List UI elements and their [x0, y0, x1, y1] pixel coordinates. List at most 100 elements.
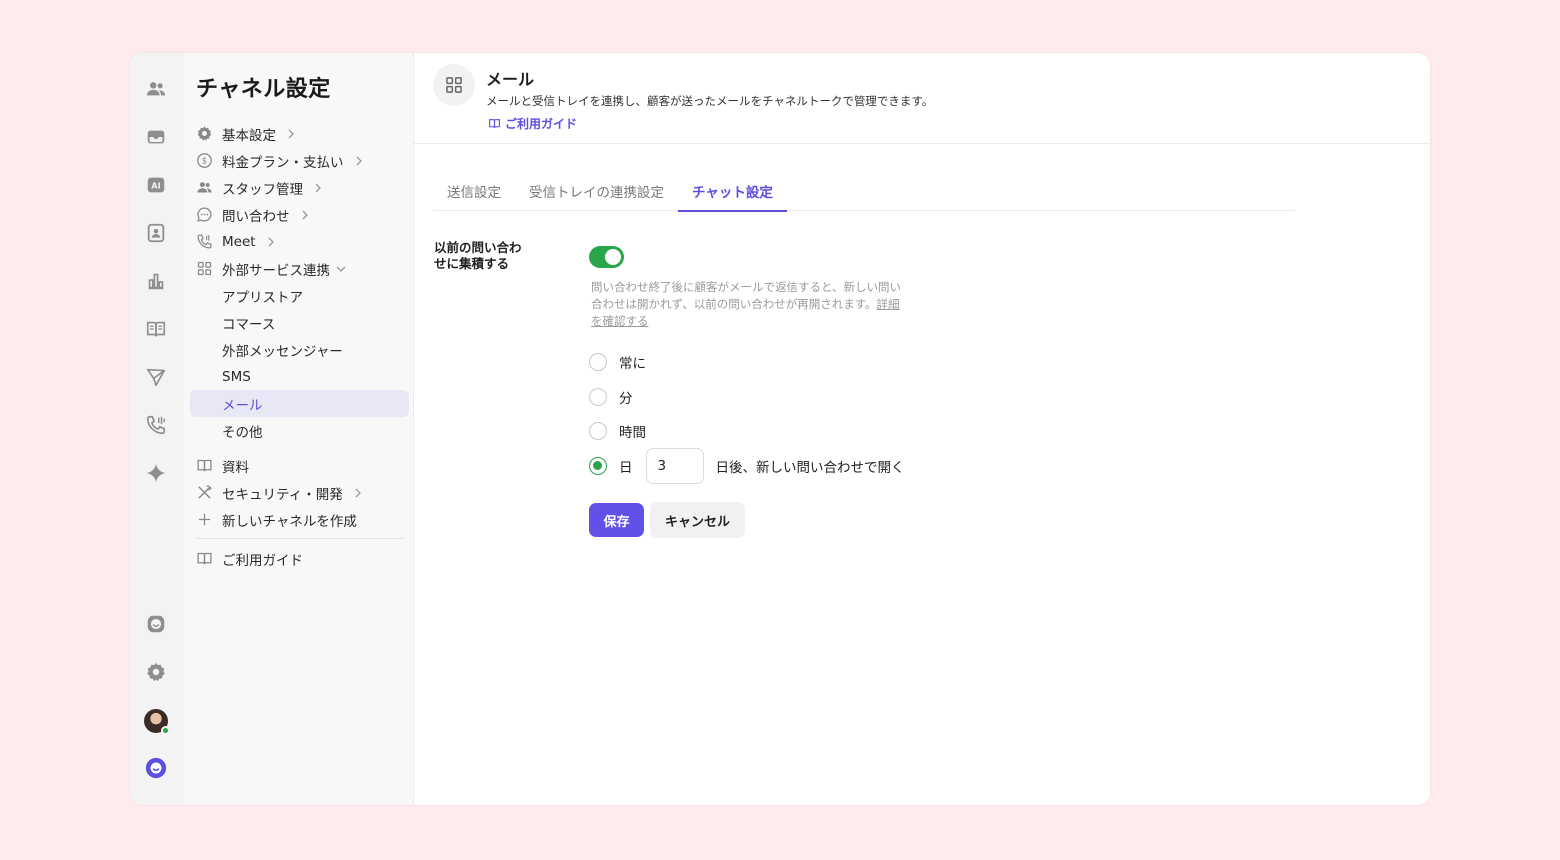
inbox-icon[interactable]: [144, 125, 168, 149]
chevron-down-icon: [336, 264, 346, 274]
app-window: AI チャネル設定 基本設定 $ 料金プラン・支払い スタッフ管理 問い合わせ …: [130, 53, 1430, 805]
sidebar-subitem-other[interactable]: その他: [190, 417, 409, 444]
sidebar-item-label: 基本設定: [222, 127, 276, 144]
setting-help-text: 問い合わせ終了後に顧客がメールで返信すると、新しい問い 合わせは開かれず、以前の…: [591, 279, 936, 330]
details-link[interactable]: 詳細: [877, 297, 900, 311]
sidebar-title: チャネル設定: [196, 77, 331, 102]
nav-gap: [190, 444, 409, 452]
sidebar-item-guide[interactable]: ご利用ガイド: [190, 545, 409, 572]
page-title: メール: [486, 70, 535, 89]
sidebar-item-staff[interactable]: スタッフ管理: [190, 174, 409, 201]
chevron-right-icon: [266, 237, 276, 247]
option-label: 時間: [619, 425, 646, 441]
option-days[interactable]: 日 日後、新しい問い合わせで開く: [589, 448, 905, 484]
toggle-knob: [605, 249, 621, 265]
chat-bubble-icon: [196, 206, 213, 223]
sidebar-item-meet[interactable]: Meet: [190, 228, 409, 255]
app-rail: AI: [130, 53, 184, 805]
sidebar-subitem-email[interactable]: メール: [190, 390, 409, 417]
sidebar-subitem-external-messenger[interactable]: 外部メッセンジャー: [190, 336, 409, 363]
help-text: 合わせは開かれず、以前の問い合わせが再開されます。: [591, 297, 877, 311]
sidebar-subitem-sms[interactable]: SMS: [190, 363, 409, 390]
cancel-button[interactable]: キャンセル: [650, 502, 745, 538]
days-input[interactable]: [645, 448, 704, 484]
help-line: 問い合わせ終了後に顧客がメールで返信すると、新しい問い: [591, 280, 902, 294]
tab-inbox-integration[interactable]: 受信トレイの連携設定: [515, 171, 678, 211]
sidebar-subitem-commerce[interactable]: コマース: [190, 309, 409, 336]
sidebar-item-label: Meet: [222, 233, 256, 250]
call-icon[interactable]: [144, 413, 168, 437]
tab-send-settings[interactable]: 送信設定: [433, 171, 515, 211]
settings-sidebar: チャネル設定 基本設定 $ 料金プラン・支払い スタッフ管理 問い合わせ Mee…: [184, 53, 414, 805]
radio-always[interactable]: [589, 353, 607, 371]
plus-icon: [196, 511, 213, 528]
sidebar-item-label: 問い合わせ: [222, 208, 290, 225]
option-always[interactable]: 常に: [589, 351, 646, 373]
main-content: メール メールと受信トレイを連携し、顧客が送ったメールをチャネルトークで管理でき…: [414, 53, 1430, 805]
guide-link[interactable]: ご利用ガイド: [488, 115, 577, 132]
setting-label-line: せに集積する: [434, 256, 510, 271]
channel-talk-logo-icon[interactable]: [144, 756, 168, 780]
book-icon: [196, 457, 213, 474]
save-button[interactable]: 保存: [589, 503, 644, 537]
option-label: 日: [619, 460, 633, 476]
users-icon: [196, 179, 213, 196]
contact-book-icon[interactable]: [144, 221, 168, 245]
sidebar-item-label: アプリストア: [222, 289, 303, 306]
radio-hours[interactable]: [589, 422, 607, 440]
send-icon[interactable]: [144, 365, 168, 389]
user-avatar[interactable]: [144, 709, 170, 735]
sidebar-item-label: SMS: [222, 368, 251, 385]
help-line: 合わせは開かれず、以前の問い合わせが再開されます。詳細: [591, 296, 936, 313]
sidebar-item-label: ご利用ガイド: [222, 552, 303, 569]
option-hours[interactable]: 時間: [589, 420, 646, 442]
sidebar-item-label: メール: [222, 397, 263, 414]
radio-days[interactable]: [589, 457, 607, 475]
option-minutes[interactable]: 分: [589, 386, 633, 408]
help-line: を確認する: [591, 313, 936, 330]
contacts-icon[interactable]: [144, 77, 168, 101]
book-icon: [489, 119, 500, 128]
tools-icon: [196, 484, 213, 501]
svg-text:AI: AI: [151, 181, 160, 191]
details-link-continued[interactable]: を確認する: [591, 314, 649, 328]
page-description: メールと受信トレイを連携し、顧客が送ったメールをチャネルトークで管理できます。: [486, 94, 934, 108]
nav-divider: [196, 538, 405, 539]
guide-link-label: ご利用ガイド: [505, 117, 578, 131]
chevron-right-icon: [300, 210, 310, 220]
sidebar-item-documents[interactable]: 資料: [190, 452, 409, 479]
online-status-dot: [161, 726, 170, 735]
document-icon[interactable]: [144, 317, 168, 341]
sidebar-item-label: その他: [222, 424, 263, 441]
statistics-icon[interactable]: [144, 269, 168, 293]
page-header: メール メールと受信トレイを連携し、顧客が送ったメールをチャネルトークで管理でき…: [414, 53, 1430, 144]
chevron-right-icon: [313, 183, 323, 193]
sidebar-subitem-app-store[interactable]: アプリストア: [190, 282, 409, 309]
option-label: 分: [619, 391, 633, 407]
book-icon: [196, 550, 213, 567]
sidebar-item-billing[interactable]: $ 料金プラン・支払い: [190, 147, 409, 174]
channel-chat-icon[interactable]: [144, 612, 168, 636]
sidebar-item-integrations[interactable]: 外部サービス連携: [190, 255, 409, 282]
grid-icon: [433, 64, 475, 106]
sidebar-item-label: コマース: [222, 316, 276, 333]
sparkle-icon[interactable]: [144, 461, 168, 485]
chevron-right-icon: [286, 129, 296, 139]
sidebar-item-label: 新しいチャネルを作成: [222, 513, 357, 530]
radio-minutes[interactable]: [589, 388, 607, 406]
grid-icon: [196, 260, 213, 277]
sidebar-item-security[interactable]: セキュリティ・開発: [190, 479, 409, 506]
sidebar-item-label: スタッフ管理: [222, 181, 303, 198]
merge-inquiry-toggle[interactable]: [589, 246, 624, 268]
sidebar-item-label: 外部サービス連携: [222, 262, 330, 279]
ai-icon[interactable]: AI: [144, 173, 168, 197]
chevron-right-icon: [353, 488, 363, 498]
sidebar-item-new-channel[interactable]: 新しいチャネルを作成: [190, 506, 409, 533]
sidebar-item-basic-settings[interactable]: 基本設定: [190, 120, 409, 147]
settings-gear-icon[interactable]: [144, 660, 168, 684]
tab-chat-settings[interactable]: チャット設定: [678, 171, 787, 212]
sidebar-item-label: 外部メッセンジャー: [222, 343, 343, 360]
sidebar-item-inquiries[interactable]: 問い合わせ: [190, 201, 409, 228]
phone-icon: [196, 233, 213, 250]
chevron-right-icon: [354, 156, 364, 166]
